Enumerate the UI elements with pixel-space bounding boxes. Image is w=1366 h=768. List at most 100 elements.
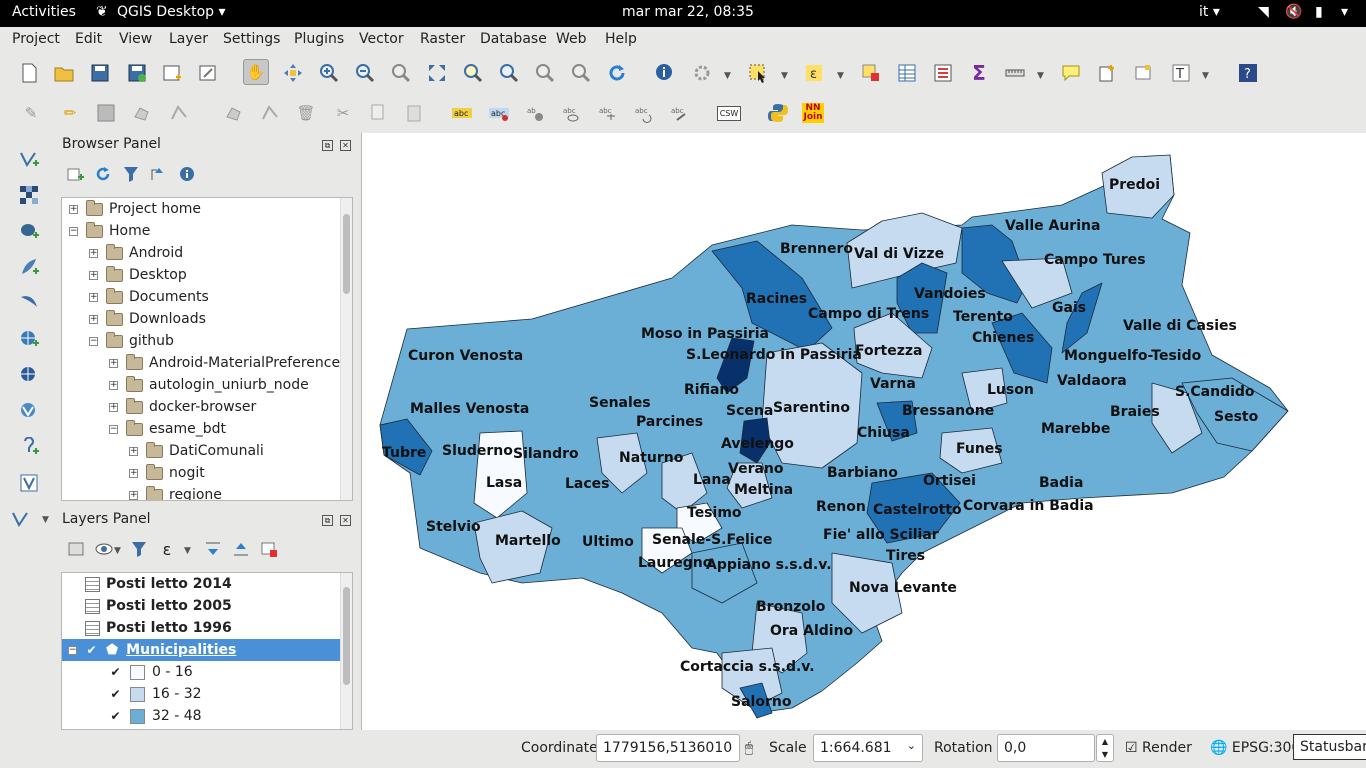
collapse-all-icon[interactable] bbox=[228, 536, 254, 562]
add-wfs-layer-icon[interactable] bbox=[16, 398, 42, 424]
save-project-icon[interactable] bbox=[87, 60, 113, 86]
menu-web[interactable]: Web bbox=[556, 31, 587, 47]
rotation-spinner[interactable]: ▲ ▼ bbox=[1096, 734, 1114, 762]
add-layer-dropdown-chevron-icon[interactable]: ▼ bbox=[42, 515, 49, 525]
tree-item-github[interactable]: − github bbox=[89, 330, 174, 352]
expand-icon[interactable]: + bbox=[129, 490, 138, 500]
expand-icon[interactable]: + bbox=[109, 380, 118, 390]
scrollbar-thumb[interactable] bbox=[343, 587, 350, 685]
measure-icon[interactable] bbox=[1002, 60, 1028, 86]
add-postgis-layer-icon[interactable] bbox=[16, 218, 42, 244]
collapse-icon[interactable]: − bbox=[89, 336, 98, 346]
open-project-icon[interactable] bbox=[51, 60, 77, 86]
menu-vector[interactable]: Vector bbox=[359, 31, 404, 47]
copy-features-icon[interactable] bbox=[365, 100, 391, 126]
current-edits-icon[interactable]: ✎ bbox=[18, 100, 44, 126]
filter-expression-dropdown-icon[interactable]: ▼ bbox=[184, 546, 191, 556]
menu-database[interactable]: Database bbox=[480, 31, 547, 47]
layers-scrollbar[interactable] bbox=[340, 573, 352, 729]
app-menu-button[interactable]: QGIS Desktop ▾ bbox=[117, 4, 226, 20]
layer-municipalities[interactable]: − ✔ ⬟ Municipalities bbox=[62, 639, 342, 661]
crs-status[interactable]: 🌐 EPSG:300 bbox=[1210, 740, 1300, 756]
refresh-icon[interactable] bbox=[604, 60, 630, 86]
save-as-icon[interactable] bbox=[124, 60, 150, 86]
add-selected-layers-icon[interactable] bbox=[62, 161, 88, 187]
attribute-table-icon[interactable] bbox=[894, 60, 920, 86]
new-project-icon[interactable] bbox=[16, 60, 42, 86]
add-vector-layer-icon[interactable] bbox=[16, 146, 42, 172]
measure-dropdown-icon[interactable]: ▼ bbox=[1037, 71, 1044, 81]
tree-item-android[interactable]: + Android bbox=[89, 242, 183, 264]
help-icon[interactable]: ? bbox=[1235, 60, 1261, 86]
expand-icon[interactable]: + bbox=[109, 358, 118, 368]
layer-posti-letto-2005[interactable]: Posti letto 2005 bbox=[62, 595, 342, 617]
filter-expression-icon[interactable]: ε bbox=[154, 536, 180, 562]
save-edits-icon[interactable] bbox=[93, 100, 119, 126]
rotate-label-icon[interactable]: abc bbox=[630, 100, 656, 126]
composer-manager-icon[interactable] bbox=[195, 60, 221, 86]
volume-icon[interactable]: 🔇 bbox=[1285, 4, 1302, 20]
statistics-sum-icon[interactable]: Σ bbox=[966, 60, 992, 86]
csw-icon[interactable]: CSW bbox=[716, 100, 742, 126]
zoom-full-icon[interactable] bbox=[424, 60, 450, 86]
browser-filter-icon[interactable] bbox=[118, 161, 144, 187]
render-checkbox[interactable]: ☑ Render bbox=[1125, 740, 1192, 756]
add-virtual-layer-icon[interactable] bbox=[16, 470, 42, 496]
expand-icon[interactable]: + bbox=[89, 248, 98, 258]
menu-edit[interactable]: Edit bbox=[75, 31, 102, 47]
pan-icon[interactable]: ✋ bbox=[243, 59, 269, 85]
annotation-dropdown-icon[interactable]: ▼ bbox=[1202, 71, 1209, 81]
zoom-to-selection-icon[interactable] bbox=[460, 60, 486, 86]
map-tips-icon[interactable] bbox=[1058, 60, 1084, 86]
browser-properties-icon[interactable] bbox=[174, 161, 200, 187]
legend-checkbox[interactable]: ✔ bbox=[109, 710, 122, 723]
legend-checkbox[interactable]: ✔ bbox=[109, 688, 122, 701]
expand-icon[interactable]: + bbox=[129, 446, 138, 456]
pin-labels-icon[interactable]: ab bbox=[522, 100, 548, 126]
layer-posti-letto-1996[interactable]: Posti letto 1996 bbox=[62, 617, 342, 639]
menu-raster[interactable]: Raster bbox=[420, 31, 465, 47]
paste-features-icon[interactable] bbox=[401, 100, 427, 126]
map-canvas[interactable]: Predoi Valle Aurina Brennero Val di Vizze Ca… bbox=[361, 133, 1366, 730]
menu-plugins[interactable]: Plugins bbox=[294, 31, 344, 47]
scrollbar-thumb[interactable] bbox=[343, 214, 350, 294]
add-delimited-text-icon[interactable] bbox=[16, 434, 42, 460]
collapse-icon[interactable]: − bbox=[69, 226, 78, 236]
expand-icon[interactable]: + bbox=[89, 292, 98, 302]
tree-item-android-materialpreference[interactable]: + Android-MaterialPreference bbox=[109, 352, 340, 374]
wifi-icon[interactable]: ◥ bbox=[1258, 4, 1269, 20]
scale-dropdown-icon[interactable]: ⌄ bbox=[907, 739, 916, 752]
tree-item-project-home[interactable]: + Project home bbox=[69, 198, 201, 220]
expression-dropdown-icon[interactable]: ▼ bbox=[837, 71, 844, 81]
add-mssql-layer-icon[interactable] bbox=[16, 290, 42, 316]
activities-button[interactable]: Activities bbox=[12, 4, 76, 20]
tree-item-downloads[interactable]: + Downloads bbox=[89, 308, 206, 330]
add-wms-layer-icon[interactable] bbox=[16, 326, 42, 352]
scale-combo[interactable]: 1:664.681 ⌄ bbox=[813, 734, 923, 762]
style-manager-icon[interactable] bbox=[63, 536, 89, 562]
browser-collapse-icon[interactable] bbox=[146, 161, 172, 187]
collapse-icon[interactable]: − bbox=[68, 645, 77, 655]
menu-view[interactable]: View bbox=[119, 31, 152, 47]
toggle-editing-icon[interactable]: ✏ bbox=[57, 100, 83, 126]
expand-icon[interactable]: + bbox=[129, 468, 138, 478]
expand-all-icon[interactable] bbox=[200, 536, 226, 562]
layer-visibility-checkbox[interactable]: ✔ bbox=[85, 644, 98, 657]
clock[interactable]: mar mar 22, 08:35 bbox=[622, 4, 754, 20]
identify-icon[interactable] bbox=[652, 60, 678, 86]
label-toolbar-abc-icon[interactable]: abc bbox=[449, 100, 475, 126]
battery-icon[interactable]: ▮ bbox=[1315, 4, 1323, 20]
keyboard-locale[interactable]: it ▾ bbox=[1199, 4, 1220, 20]
system-menu-chevron-icon[interactable]: ▾ bbox=[1341, 4, 1348, 20]
toggle-extents-mouse-icon[interactable]: 🖱 bbox=[738, 736, 760, 760]
zoom-last-icon[interactable] bbox=[532, 60, 558, 86]
zoom-native-icon[interactable] bbox=[388, 60, 414, 86]
show-hide-labels-icon[interactable]: abc bbox=[558, 100, 584, 126]
remove-layer-icon[interactable] bbox=[256, 536, 282, 562]
zoom-out-icon[interactable] bbox=[352, 60, 378, 86]
menu-help[interactable]: Help bbox=[605, 31, 637, 47]
tree-item-home[interactable]: − Home bbox=[69, 220, 150, 242]
add-spatialite-layer-icon[interactable] bbox=[16, 254, 42, 280]
new-print-composer-icon[interactable] bbox=[159, 60, 185, 86]
zoom-to-layer-icon[interactable] bbox=[496, 60, 522, 86]
